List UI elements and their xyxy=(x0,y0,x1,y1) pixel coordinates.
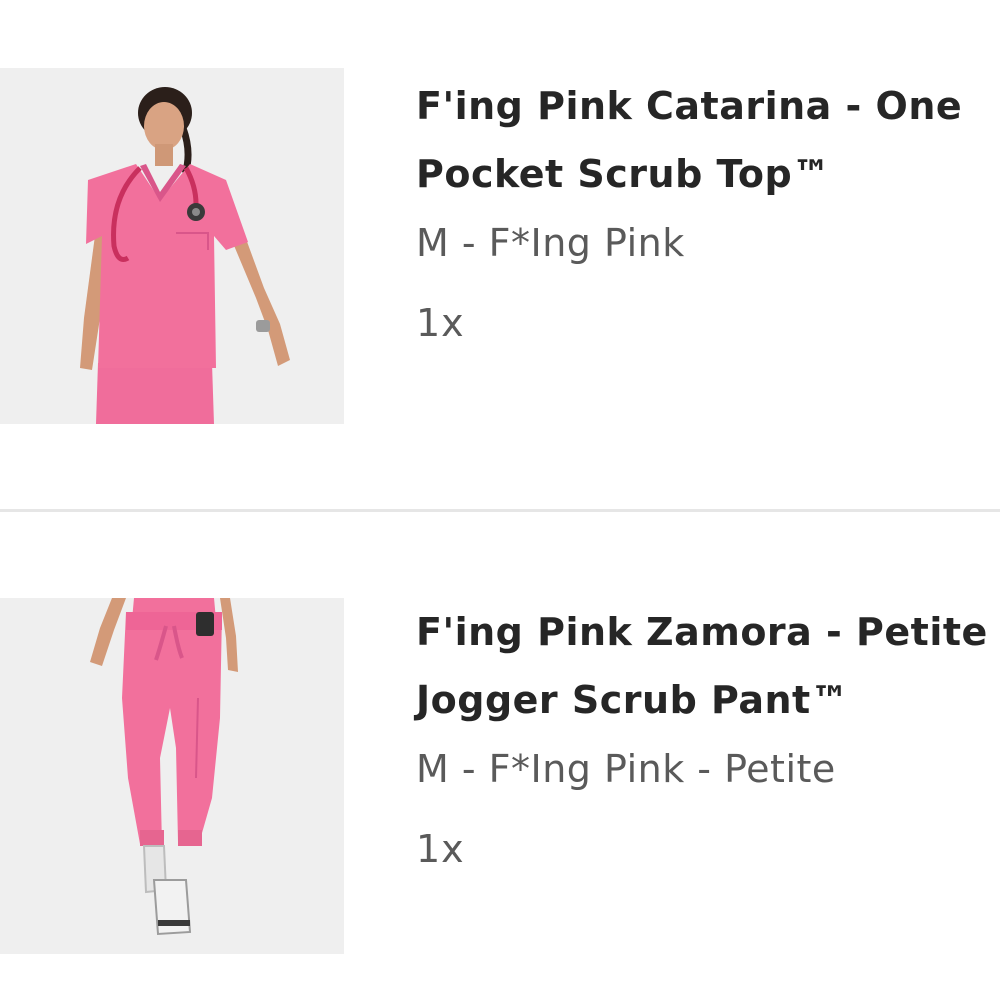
product-title-line-2[interactable]: Jogger Scrub Pant™ xyxy=(416,666,1000,734)
cart-item[interactable]: F'ing Pink Catarina - One Pocket Scrub T… xyxy=(0,68,1000,424)
product-title-line-1[interactable]: F'ing Pink Catarina - One xyxy=(416,72,1000,140)
cart-item[interactable]: F'ing Pink Zamora - Petite Jogger Scrub … xyxy=(0,598,1000,954)
jogger-pant-photo-icon xyxy=(0,598,344,954)
product-variant: M - F*Ing Pink - Petite xyxy=(416,747,836,791)
product-info: F'ing Pink Zamora - Petite Jogger Scrub … xyxy=(416,598,1000,894)
product-title-line-1[interactable]: F'ing Pink Zamora - Petite xyxy=(416,598,1000,666)
cart-items-page: F'ing Pink Catarina - One Pocket Scrub T… xyxy=(0,0,1000,1000)
product-title-line-2[interactable]: Pocket Scrub Top™ xyxy=(416,140,1000,208)
item-divider xyxy=(0,509,1000,512)
product-image-scrub-top[interactable] xyxy=(0,68,344,424)
product-image-jogger-pant[interactable] xyxy=(0,598,344,954)
product-info: F'ing Pink Catarina - One Pocket Scrub T… xyxy=(416,72,1000,368)
product-quantity: 1x xyxy=(416,301,465,345)
product-quantity: 1x xyxy=(416,827,465,871)
product-title[interactable]: F'ing Pink Zamora - Petite Jogger Scrub … xyxy=(416,598,1000,734)
scrub-top-photo-icon xyxy=(0,68,344,424)
product-title[interactable]: F'ing Pink Catarina - One Pocket Scrub T… xyxy=(416,72,1000,208)
product-variant: M - F*Ing Pink xyxy=(416,221,685,265)
